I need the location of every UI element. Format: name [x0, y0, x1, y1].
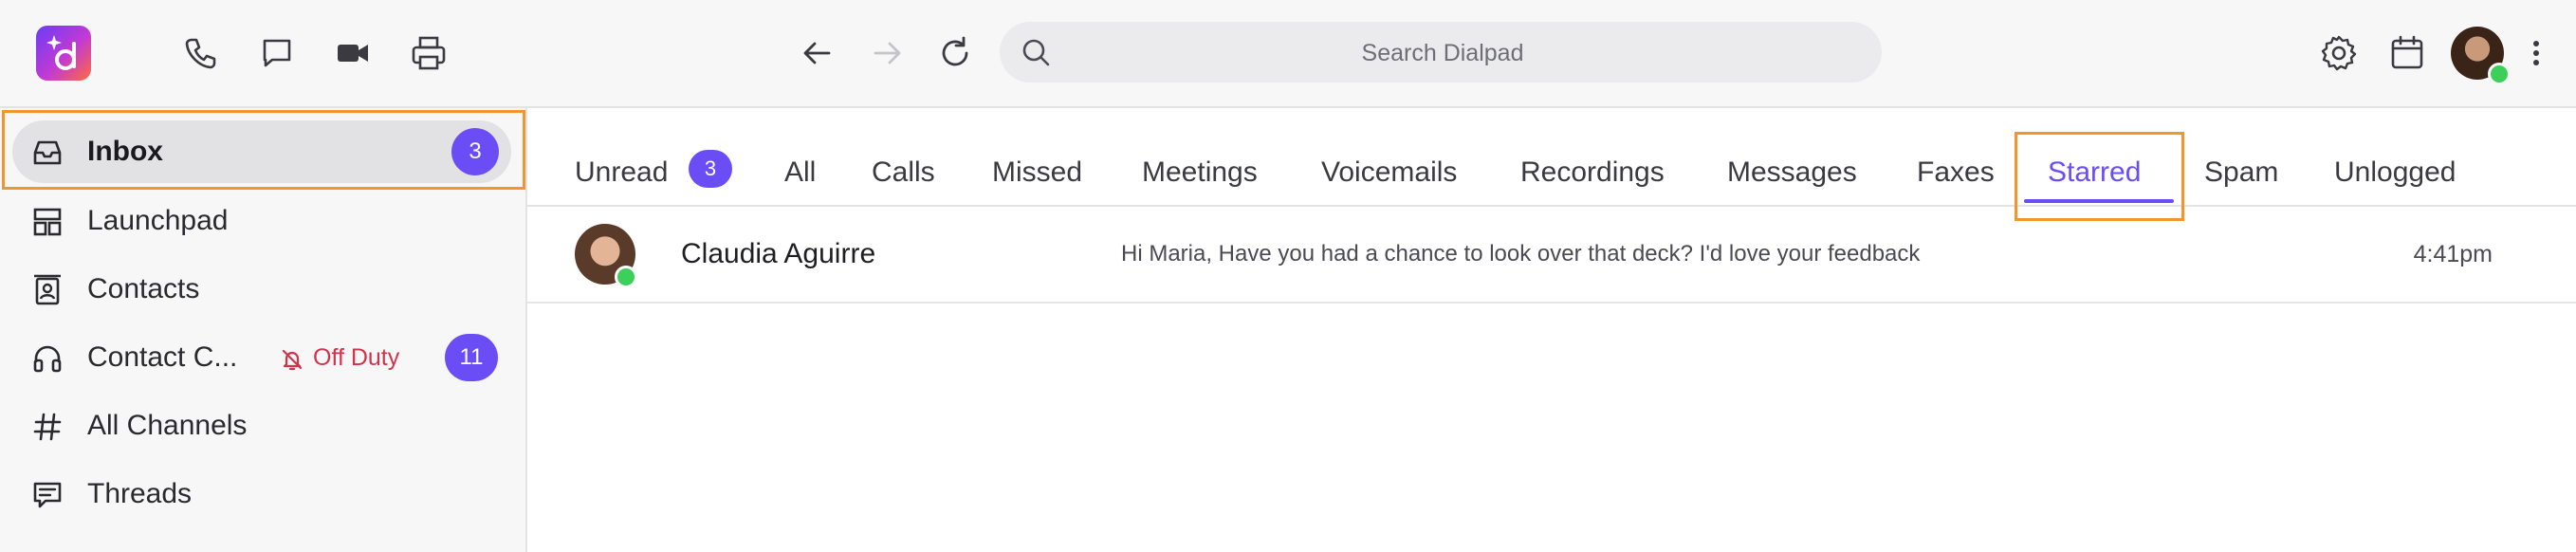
- search-icon: [1022, 39, 1050, 66]
- tab-unlogged[interactable]: Unlogged: [2334, 154, 2456, 192]
- threads-icon: [30, 478, 64, 512]
- launchpad-icon: [30, 205, 64, 239]
- calendar-icon[interactable]: [2386, 32, 2428, 74]
- sidebar-item-launchpad[interactable]: Launchpad: [0, 190, 527, 252]
- sidebar-item-contact-center[interactable]: Contact C... Off Duty 11: [0, 326, 527, 389]
- forward-arrow-icon[interactable]: [866, 32, 908, 74]
- sidebar-item-label: Launchpad: [87, 205, 229, 236]
- top-bar: [0, 0, 2576, 108]
- printer-icon[interactable]: [408, 32, 450, 74]
- sidebar-item-contacts[interactable]: Contacts: [0, 258, 527, 321]
- bell-off-icon: [282, 349, 303, 371]
- sidebar-item-inbox[interactable]: Inbox 3: [0, 120, 527, 183]
- tab-all[interactable]: All: [784, 154, 816, 192]
- tab-calls[interactable]: Calls: [872, 154, 935, 192]
- sidebar-item-label: Inbox: [87, 136, 163, 167]
- more-icon[interactable]: [2527, 32, 2546, 74]
- sidebar-item-all-channels[interactable]: All Channels: [0, 395, 527, 457]
- tab-faxes[interactable]: Faxes: [1917, 154, 1995, 192]
- tab-messages[interactable]: Messages: [1727, 154, 1857, 192]
- hash-icon: [30, 410, 64, 444]
- sidebar-item-label: Contacts: [87, 273, 200, 304]
- sidebar-item-label: All Channels: [87, 410, 248, 441]
- sidebar-item-label: Threads: [87, 478, 193, 509]
- sidebar: Inbox 3 Launchpad Contacts Contact C... …: [0, 108, 527, 552]
- back-arrow-icon[interactable]: [797, 32, 838, 74]
- message-preview: Hi Maria, Have you had a chance to look …: [1121, 241, 1921, 267]
- presence-indicator: [615, 266, 637, 288]
- tab-meetings[interactable]: Meetings: [1142, 154, 1258, 192]
- message-time: 4:41pm: [2413, 241, 2493, 267]
- presence-indicator: [2488, 63, 2511, 85]
- inbox-icon: [30, 136, 64, 170]
- contact-name: Claudia Aguirre: [681, 238, 876, 269]
- unread-count-badge: 3: [689, 150, 732, 188]
- inbox-count-badge: 3: [451, 128, 499, 175]
- video-icon[interactable]: [332, 32, 374, 74]
- sidebar-item-label: Contact C...: [87, 341, 238, 373]
- chat-icon[interactable]: [256, 32, 298, 74]
- tab-unread[interactable]: Unread: [575, 154, 668, 192]
- tab-spam[interactable]: Spam: [2204, 154, 2278, 192]
- contact-center-count-badge: 11: [445, 334, 498, 381]
- gear-icon[interactable]: [2318, 32, 2360, 74]
- dialpad-logo[interactable]: [36, 26, 91, 81]
- phone-icon[interactable]: [179, 32, 221, 74]
- conversation-row[interactable]: Claudia Aguirre Hi Maria, Have you had a…: [527, 207, 2576, 304]
- refresh-icon[interactable]: [934, 32, 976, 74]
- search-bar[interactable]: [1000, 22, 1882, 84]
- contacts-icon: [30, 273, 64, 307]
- off-duty-label: Off Duty: [313, 344, 400, 371]
- search-input[interactable]: [1066, 22, 1819, 84]
- tab-recordings[interactable]: Recordings: [1520, 154, 1665, 192]
- headset-icon: [30, 341, 64, 376]
- tab-voicemails[interactable]: Voicemails: [1321, 154, 1457, 192]
- tab-missed[interactable]: Missed: [992, 154, 1082, 192]
- sidebar-item-threads[interactable]: Threads: [0, 463, 527, 525]
- off-duty-status: Off Duty: [279, 326, 399, 389]
